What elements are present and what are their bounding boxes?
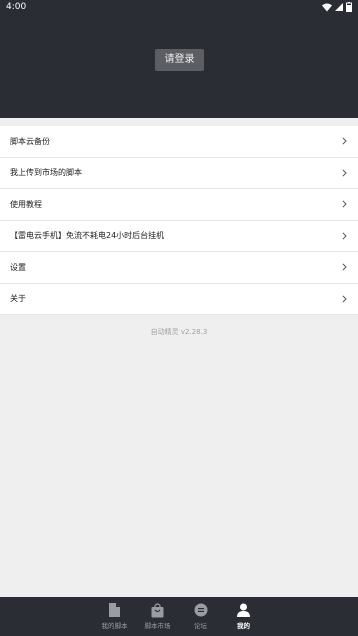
tab-label: 论坛 [194,622,207,630]
person-icon [237,602,250,618]
file-icon [109,602,120,618]
shopping-bag-icon [151,602,164,618]
tab-my-scripts[interactable]: 我的脚本 [93,597,136,636]
menu-item-cloud-backup[interactable]: 脚本云备份 [0,126,358,158]
tab-script-market[interactable]: 脚本市场 [136,597,179,636]
chevron-right-icon [340,232,348,240]
menu-item-label: 我上传到市场的脚本 [10,168,82,178]
menu-item-tutorial[interactable]: 使用教程 [0,189,358,221]
battery-icon [346,2,352,12]
tab-forum[interactable]: 论坛 [179,597,222,636]
settings-menu: 脚本云备份 我上传到市场的脚本 使用教程 【雷电云手机】免流不耗电24小时后台挂… [0,126,358,315]
menu-item-label: 关于 [10,294,26,304]
menu-item-label: 脚本云备份 [10,136,50,146]
tab-label: 我的 [237,622,250,630]
status-icons [322,0,352,14]
app-version: 自动精灵 v2.28.3 [150,328,208,336]
tab-label: 脚本市场 [144,622,171,630]
status-bar: 4:00 [0,0,358,14]
bottom-tab-bar: 我的脚本 脚本市场 论坛 我的 [0,597,358,636]
menu-item-about[interactable]: 关于 [0,284,358,315]
status-time: 4:00 [6,2,27,12]
menu-item-settings[interactable]: 设置 [0,252,358,284]
wifi-icon [322,3,332,11]
chevron-right-icon [340,295,348,303]
tab-mine[interactable]: 我的 [222,597,265,636]
menu-item-cloud-phone[interactable]: 【雷电云手机】免流不耗电24小时后台挂机 [0,221,358,252]
header-spacer [0,118,358,126]
menu-item-my-uploads[interactable]: 我上传到市场的脚本 [0,158,358,189]
chevron-right-icon [340,169,348,177]
chevron-right-icon [340,200,348,208]
tab-label: 我的脚本 [101,622,128,630]
menu-item-label: 设置 [10,262,26,272]
menu-item-label: 使用教程 [10,199,42,209]
menu-item-label: 【雷电云手机】免流不耗电24小时后台挂机 [10,231,165,241]
chevron-right-icon [340,137,348,145]
signal-icon [335,3,343,11]
chat-icon [194,602,208,618]
login-button[interactable]: 请登录 [155,49,204,71]
profile-header: 请登录 [0,14,358,118]
chevron-right-icon [340,263,348,271]
